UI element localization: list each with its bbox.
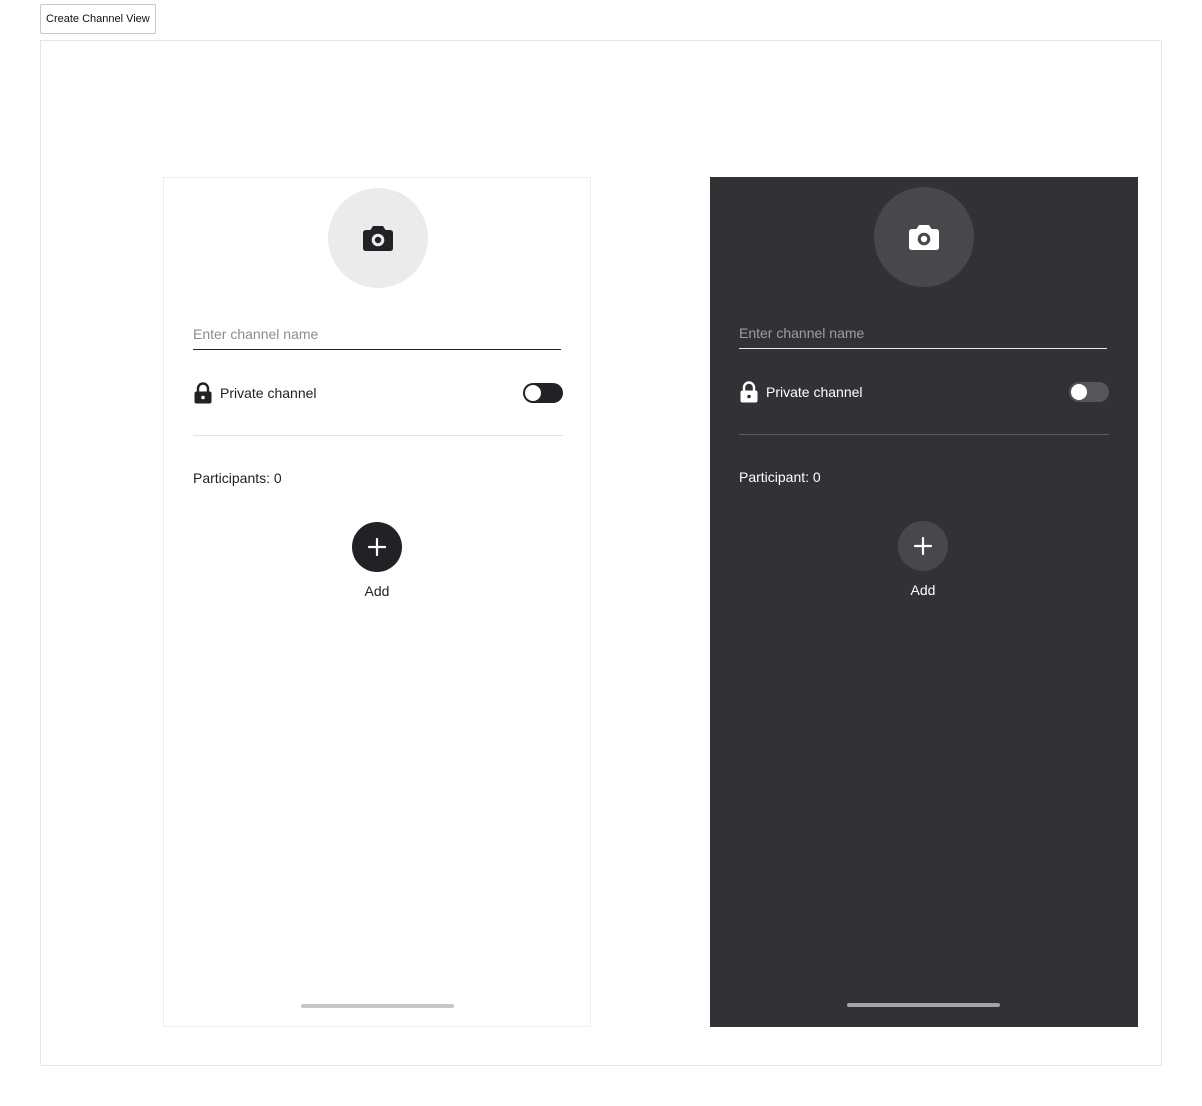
camera-icon [909, 225, 939, 250]
toggle-knob [1071, 384, 1087, 400]
section-divider [739, 434, 1109, 435]
private-channel-toggle[interactable] [523, 383, 563, 403]
lock-icon [740, 381, 758, 403]
home-indicator [301, 1004, 454, 1008]
lock-icon [194, 382, 212, 404]
participants-count: Participant: 0 [739, 469, 821, 485]
add-participant-label: Add [364, 583, 390, 599]
toggle-knob [525, 385, 541, 401]
private-channel-toggle[interactable] [1069, 382, 1109, 402]
private-channel-row: Private channel [739, 380, 1109, 404]
add-participant-label: Add [910, 582, 936, 598]
preview-canvas: Private channel Participants: 0 Add [40, 40, 1162, 1066]
create-channel-screen-dark: Private channel Participant: 0 Add [710, 177, 1138, 1027]
create-channel-screen-light: Private channel Participants: 0 Add [163, 177, 591, 1027]
create-channel-view-tab[interactable]: Create Channel View [40, 4, 156, 34]
private-channel-label: Private channel [766, 384, 863, 400]
section-divider [193, 435, 563, 436]
add-participant-button[interactable] [352, 522, 402, 572]
participants-count: Participants: 0 [193, 470, 282, 486]
channel-name-input[interactable] [193, 318, 561, 350]
channel-avatar-button[interactable] [874, 187, 974, 287]
channel-avatar-button[interactable] [328, 188, 428, 288]
private-channel-label: Private channel [220, 385, 317, 401]
home-indicator [847, 1003, 1000, 1007]
plus-icon [368, 538, 386, 556]
plus-icon [914, 537, 932, 555]
private-channel-row: Private channel [193, 381, 563, 405]
add-participant-button[interactable] [898, 521, 948, 571]
channel-name-input[interactable] [739, 317, 1107, 349]
camera-icon [363, 226, 393, 251]
